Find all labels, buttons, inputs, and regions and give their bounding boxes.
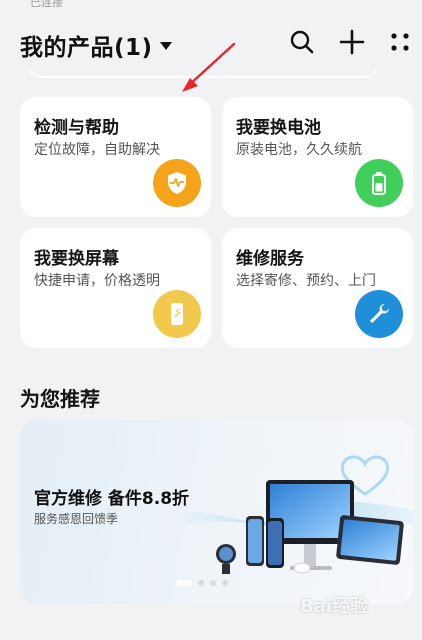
card-title: 我要换屏幕 bbox=[34, 249, 119, 269]
banner-subtitle: 服务感恩回馈季 bbox=[34, 512, 119, 526]
product-selector[interactable]: 我的产品(1) bbox=[20, 28, 172, 62]
carousel-dot[interactable] bbox=[198, 580, 204, 586]
card-subtitle: 原装电池，久久续航 bbox=[236, 142, 362, 158]
shield-heartbeat-icon bbox=[153, 159, 201, 207]
card-title: 维修服务 bbox=[236, 249, 304, 269]
phone-screen-icon bbox=[153, 290, 201, 338]
card-subtitle: 选择寄修、预约、上门 bbox=[236, 273, 376, 289]
service-card-diagnostics[interactable]: 检测与帮助 定位故障，自助解决 bbox=[20, 97, 211, 217]
page-title: 我的产品(1) bbox=[20, 35, 153, 61]
search-icon[interactable] bbox=[288, 28, 316, 56]
card-title: 检测与帮助 bbox=[34, 118, 119, 138]
banner-title: 官方维修 备件8.8折 bbox=[34, 489, 190, 509]
caret-down-icon bbox=[159, 42, 172, 50]
carousel-dot[interactable] bbox=[176, 580, 192, 586]
add-icon[interactable] bbox=[338, 28, 366, 56]
wrench-icon bbox=[355, 290, 403, 338]
service-card-battery[interactable]: 我要换电池 原装电池，久久续航 bbox=[222, 97, 413, 217]
watermark-text: Bai经验 bbox=[300, 596, 369, 617]
carousel-dot[interactable] bbox=[222, 580, 228, 586]
section-title-recommend: 为您推荐 bbox=[20, 387, 100, 411]
card-title: 我要换电池 bbox=[236, 118, 321, 138]
battery-icon bbox=[355, 159, 403, 207]
more-grid-icon[interactable] bbox=[386, 28, 414, 56]
card-subtitle: 快捷申请，价格透明 bbox=[34, 273, 160, 289]
annotation-arrow-icon bbox=[182, 42, 236, 92]
promo-banner[interactable]: 官方维修 备件8.8折 服务感恩回馈季 bbox=[20, 420, 413, 604]
watermark: Bai经验 bbox=[300, 592, 368, 618]
card-subtitle: 定位故障，自助解决 bbox=[34, 142, 160, 158]
carousel-dot[interactable] bbox=[210, 580, 216, 586]
service-card-screen[interactable]: 我要换屏幕 快捷申请，价格透明 bbox=[20, 228, 211, 348]
carousel-indicator bbox=[176, 580, 228, 586]
service-card-repair[interactable]: 维修服务 选择寄修、预约、上门 bbox=[222, 228, 413, 348]
